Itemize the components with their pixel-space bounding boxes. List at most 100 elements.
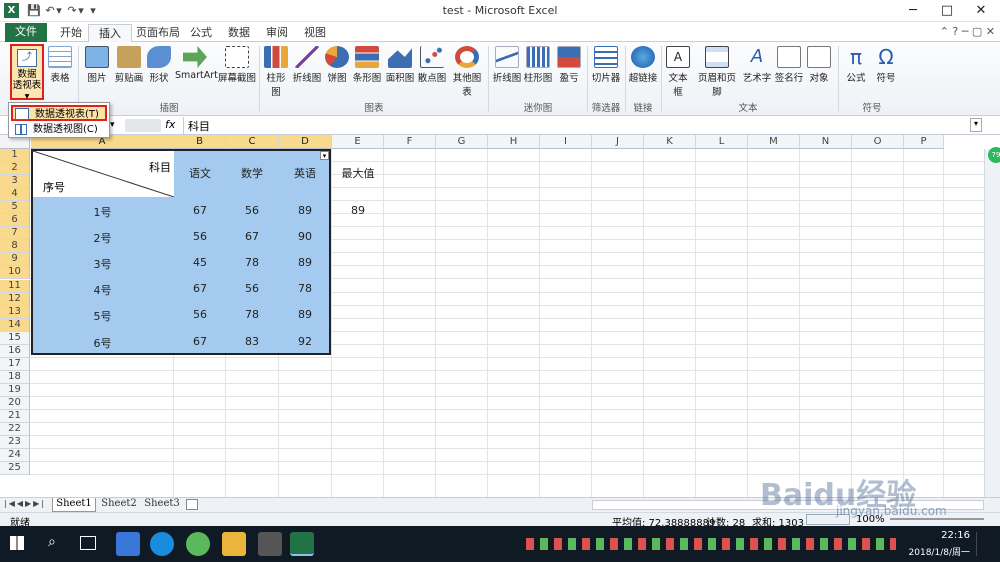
score-cell[interactable]: 92	[279, 335, 331, 348]
app-1-icon[interactable]	[116, 532, 140, 556]
score-cell[interactable]: 67	[226, 230, 278, 243]
clipart-button[interactable]: 剪贴画	[113, 42, 145, 100]
windows-start-icon[interactable]	[10, 536, 24, 550]
column-header[interactable]: D	[279, 135, 332, 149]
area-chart-button[interactable]: 面积图	[385, 42, 415, 100]
score-cell[interactable]: 89	[279, 204, 331, 217]
sparkline-column-button[interactable]: 柱形图	[523, 42, 553, 100]
row-header[interactable]: 4	[0, 188, 30, 202]
wordart-button[interactable]: A 艺术字	[742, 42, 772, 100]
column-header[interactable]: F	[384, 135, 436, 149]
row-header[interactable]: 22	[0, 423, 30, 437]
row-header[interactable]: 15	[0, 331, 30, 345]
student-id-cell[interactable]: 5号	[31, 308, 174, 324]
tab-file[interactable]: 文件	[5, 23, 47, 42]
column-header[interactable]: M	[748, 135, 800, 149]
column-header[interactable]: N	[800, 135, 852, 149]
worksheet-grid[interactable]: ABCDEFGHIJKLMNOP 1 2 3 4 5 6 7 8 9 10 11 12 13 14 15 16…	[0, 135, 1000, 497]
row-header[interactable]: 16	[0, 344, 30, 358]
app-5-icon[interactable]	[258, 532, 282, 556]
score-cell[interactable]: 89	[279, 256, 331, 269]
system-tray-icons[interactable]	[526, 538, 896, 550]
student-id-cell[interactable]: 1号	[31, 204, 174, 220]
hyperlink-button[interactable]: 超链接	[628, 42, 658, 100]
score-cell[interactable]: 78	[226, 256, 278, 269]
tab-home[interactable]: 开始	[50, 24, 92, 42]
column-header[interactable]: B	[174, 135, 226, 149]
picture-button[interactable]: 图片	[84, 42, 110, 100]
excel-taskbar-icon[interactable]	[290, 532, 314, 556]
score-cell[interactable]: 83	[226, 335, 278, 348]
row-header[interactable]: 24	[0, 449, 30, 463]
row-header[interactable]: 18	[0, 370, 30, 384]
filter-dropdown-icon[interactable]: ▾	[320, 151, 329, 160]
column-header[interactable]: J	[592, 135, 644, 149]
column-header[interactable]: E	[332, 135, 384, 149]
insert-sheet-icon[interactable]	[186, 499, 198, 510]
smartart-button[interactable]: SmartArt	[175, 42, 218, 100]
pie-chart-button[interactable]: 饼图	[325, 42, 349, 100]
score-cell[interactable]: 56	[174, 308, 226, 321]
minimize-button[interactable]: ─	[896, 0, 930, 22]
column-chart-button[interactable]: 柱形图	[262, 42, 290, 100]
score-cell[interactable]: 67	[174, 335, 226, 348]
tab-view[interactable]: 视图	[294, 24, 336, 42]
score-cell[interactable]: 45	[174, 256, 226, 269]
subject-header[interactable]: 数学	[226, 165, 278, 181]
row-header[interactable]: 25	[0, 462, 30, 476]
sheet-nav-arrows[interactable]: |◀◀▶▶|	[4, 499, 46, 508]
column-header[interactable]: C	[226, 135, 279, 149]
row-header[interactable]: 6	[0, 214, 30, 228]
object-button[interactable]: 对象	[806, 42, 832, 100]
student-id-cell[interactable]: 3号	[31, 256, 174, 272]
row-header[interactable]: 13	[0, 305, 30, 319]
score-cell[interactable]: 78	[279, 282, 331, 295]
subject-header[interactable]: 英语	[279, 165, 331, 181]
score-cell[interactable]: 56	[226, 282, 278, 295]
sparkline-winloss-button[interactable]: 盈亏	[555, 42, 583, 100]
sparkline-line-button[interactable]: 折线图	[492, 42, 522, 100]
equation-button[interactable]: π 公式	[842, 42, 870, 100]
score-cell[interactable]: 56	[174, 230, 226, 243]
student-id-cell[interactable]: 2号	[31, 230, 174, 246]
search-icon[interactable]: ⌕	[48, 534, 56, 550]
student-id-cell[interactable]: 4号	[31, 282, 174, 298]
formula-expand-icon[interactable]: ▾	[970, 118, 982, 132]
browser-icon[interactable]	[186, 532, 210, 556]
row-header[interactable]: 2	[0, 162, 30, 176]
row-header[interactable]: 8	[0, 240, 30, 254]
table-button[interactable]: 表格	[47, 42, 73, 100]
task-view-icon[interactable]	[80, 536, 96, 550]
row-header[interactable]: 23	[0, 436, 30, 450]
score-cell[interactable]: 78	[226, 308, 278, 321]
header-footer-button[interactable]: 页眉和页脚	[694, 42, 740, 100]
row-header[interactable]: 3	[0, 175, 30, 189]
bar-chart-button[interactable]: 条形图	[352, 42, 382, 100]
line-chart-button[interactable]: 折线图	[292, 42, 322, 100]
file-explorer-icon[interactable]	[222, 532, 246, 556]
row-header[interactable]: 17	[0, 357, 30, 371]
row-header[interactable]: 9	[0, 253, 30, 267]
fx-icon[interactable]: fx	[165, 118, 175, 131]
tab-formulas[interactable]: 公式	[180, 24, 222, 42]
score-cell[interactable]: 90	[279, 230, 331, 243]
row-header[interactable]: 5	[0, 201, 30, 215]
pivot-table-button[interactable]: ⤴ 数据 透视表 ▾	[10, 44, 44, 102]
column-header[interactable]: O	[852, 135, 904, 149]
signature-line-button[interactable]: 签名行	[774, 42, 804, 100]
row-header[interactable]: 1	[0, 149, 30, 162]
sheet-tab-sheet3[interactable]: Sheet3	[140, 498, 184, 512]
subject-header[interactable]: 语文	[174, 165, 226, 181]
slicer-button[interactable]: 切片器	[590, 42, 622, 100]
column-header[interactable]: P	[904, 135, 944, 149]
other-charts-button[interactable]: 其他图表	[449, 42, 485, 100]
tab-data[interactable]: 数据	[218, 24, 260, 42]
textbox-button[interactable]: A 文本框	[664, 42, 692, 100]
score-cell[interactable]: 67	[174, 282, 226, 295]
shapes-button[interactable]: 形状	[147, 42, 171, 100]
score-cell[interactable]: 56	[226, 204, 278, 217]
score-cell[interactable]: 67	[174, 204, 226, 217]
row-header[interactable]: 20	[0, 396, 30, 410]
scatter-chart-button[interactable]: 散点图	[417, 42, 447, 100]
vertical-scrollbar[interactable]	[984, 149, 1000, 497]
